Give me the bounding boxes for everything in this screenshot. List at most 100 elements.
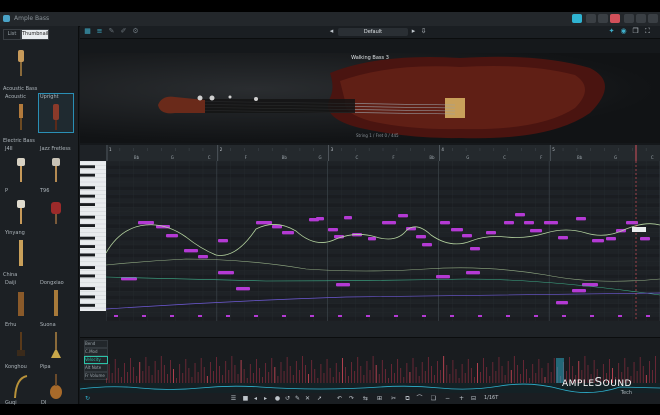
chord-label: C [355,155,358,160]
undo-icon[interactable]: ↶ [336,395,343,402]
ruler-graphic: 1 2 3 4 5 Bb G C F Bb G C F Bb G C F Bb G C [106,145,654,161]
black-key [80,165,95,169]
suona-icon [51,332,61,358]
main-toolbar: ▦ ≡ ✎ ✐ ⚙ ◂ Default ▸ ⇩ ✦ ◉ ❐ ⛶ [80,26,660,39]
instrument-item-yinyang[interactable]: Yinyang [4,230,38,268]
magnet-icon[interactable]: ⌒ [416,395,423,402]
cc-lane-cmod[interactable]: C.Mod [84,348,108,356]
piano-keyboard[interactable] [80,160,106,311]
black-key [80,253,95,257]
instrument-item-pipa[interactable]: Pipa [39,364,73,402]
cc-lane-velocity[interactable]: Velocity [84,356,108,364]
chord-label: G [171,155,174,160]
instrument-item-upright[interactable]: Upright [38,93,74,133]
note [368,237,376,241]
mixer-icon[interactable]: ≡ [96,28,103,35]
alert-icon[interactable] [610,14,620,23]
note-grid-graphic [105,160,660,321]
cc-lane-bend[interactable]: Bend [84,340,108,348]
update-icon[interactable] [572,14,582,23]
eraser-icon[interactable]: ✕ [304,395,311,402]
window-option-icon[interactable] [586,14,596,23]
settings-icon[interactable]: ⚙ [132,28,139,35]
snap-value[interactable]: 1/16T [484,395,498,402]
stop-icon[interactable]: ■ [242,395,249,402]
maximize-icon[interactable] [636,14,646,23]
note [256,221,272,225]
info-icon[interactable]: ◉ [620,28,627,35]
instrument-item-konghou[interactable]: Konghou [4,364,38,402]
bar-number: 2 [220,147,223,152]
grid-settings-icon[interactable]: ⊟ [470,395,477,402]
select-icon[interactable]: ➚ [316,395,323,402]
note [138,221,154,225]
note [218,239,228,243]
instrument-item-suona[interactable]: Suona [39,322,73,360]
instrument-label: Daiji [5,280,17,286]
instrument-label: Erhu [5,322,17,328]
play-icon[interactable]: ▸ [262,395,269,402]
scissors-icon[interactable]: ✂ [390,395,397,402]
chord-label: Bb [577,155,583,160]
instrument-item-acoustic[interactable]: Acoustic [4,94,38,132]
link-icon[interactable]: ⧉ [404,395,411,402]
window-icon[interactable]: ❐ [632,28,639,35]
tool-icon[interactable]: ✦ [608,28,615,35]
note [462,234,472,238]
instrument-item-t96[interactable]: T96 [39,188,73,226]
preset-selector[interactable]: Default [338,28,408,36]
instrument-label: Yinyang [5,230,25,236]
erhu-icon [17,332,25,356]
zoom-out-icon[interactable]: − [444,395,451,402]
dongxiao-icon [54,290,58,316]
cc-lane-alt-note[interactable]: Alt Note [84,364,108,372]
cc-lane-fr-volume[interactable]: Fr Volume [84,372,108,380]
loop-icon[interactable]: ↺ [284,395,291,402]
velocity-marker [198,315,202,317]
pen-icon[interactable]: ✐ [120,28,127,35]
instrument-label-di[interactable]: DI [41,400,46,406]
note [282,231,294,235]
next-preset-icon[interactable]: ▸ [410,28,417,35]
refresh-icon[interactable]: ↻ [84,395,91,402]
window-option-icon-2[interactable] [598,14,608,23]
velocity-marker [114,315,118,317]
note-grid[interactable] [105,160,660,321]
redo-icon[interactable]: ↷ [348,395,355,402]
instrument-label: Suona [40,322,56,328]
prev-preset-icon[interactable]: ◂ [328,28,335,35]
timeline-ruler[interactable]: 1 2 3 4 5 Bb G C F Bb G C F Bb G C F Bb G C [106,145,660,162]
instrument-item-dongxiao[interactable]: Dongxiao [39,280,73,318]
instrument-item-top[interactable] [4,40,38,78]
split-icon[interactable]: ⇆ [362,395,369,402]
chord-label: Bb [282,155,288,160]
edit-icon[interactable]: ✎ [108,28,115,35]
tab-thumbnail[interactable]: Thumbnail [21,29,49,40]
instrument-item-daiji[interactable]: Daiji [4,280,38,318]
app-icon [3,15,10,22]
velocity-marker [618,315,622,317]
menu-icon[interactable]: ☰ [230,395,237,402]
zoom-in-icon[interactable]: + [458,395,465,402]
instrument-item-p[interactable]: P [4,188,38,226]
grid-icon[interactable]: ▦ [84,28,91,35]
minimize-icon[interactable] [624,14,634,23]
save-preset-icon[interactable]: ⇩ [420,28,427,35]
note [556,301,568,305]
black-key [80,303,95,307]
instrument-item-erhu[interactable]: Erhu [4,322,38,360]
close-icon[interactable] [648,14,658,23]
instrument-item-j4ii[interactable]: J4II [4,146,38,184]
instrument-item-jazz-fretless[interactable]: Jazz Fretless [39,146,73,184]
copy-icon[interactable]: ❏ [430,395,437,402]
record-icon[interactable]: ● [274,395,281,402]
pencil-icon[interactable]: ✎ [294,395,301,402]
velocity-marker [254,315,258,317]
expand-icon[interactable]: ⛶ [644,28,651,35]
note [198,255,208,259]
quantize-icon[interactable]: ⊞ [376,395,383,402]
velocity-marker [170,315,174,317]
instrument-label-guqi[interactable]: Guqi [5,400,17,406]
tab-list[interactable]: List [3,29,21,40]
rewind-icon[interactable]: ◂ [252,395,259,402]
